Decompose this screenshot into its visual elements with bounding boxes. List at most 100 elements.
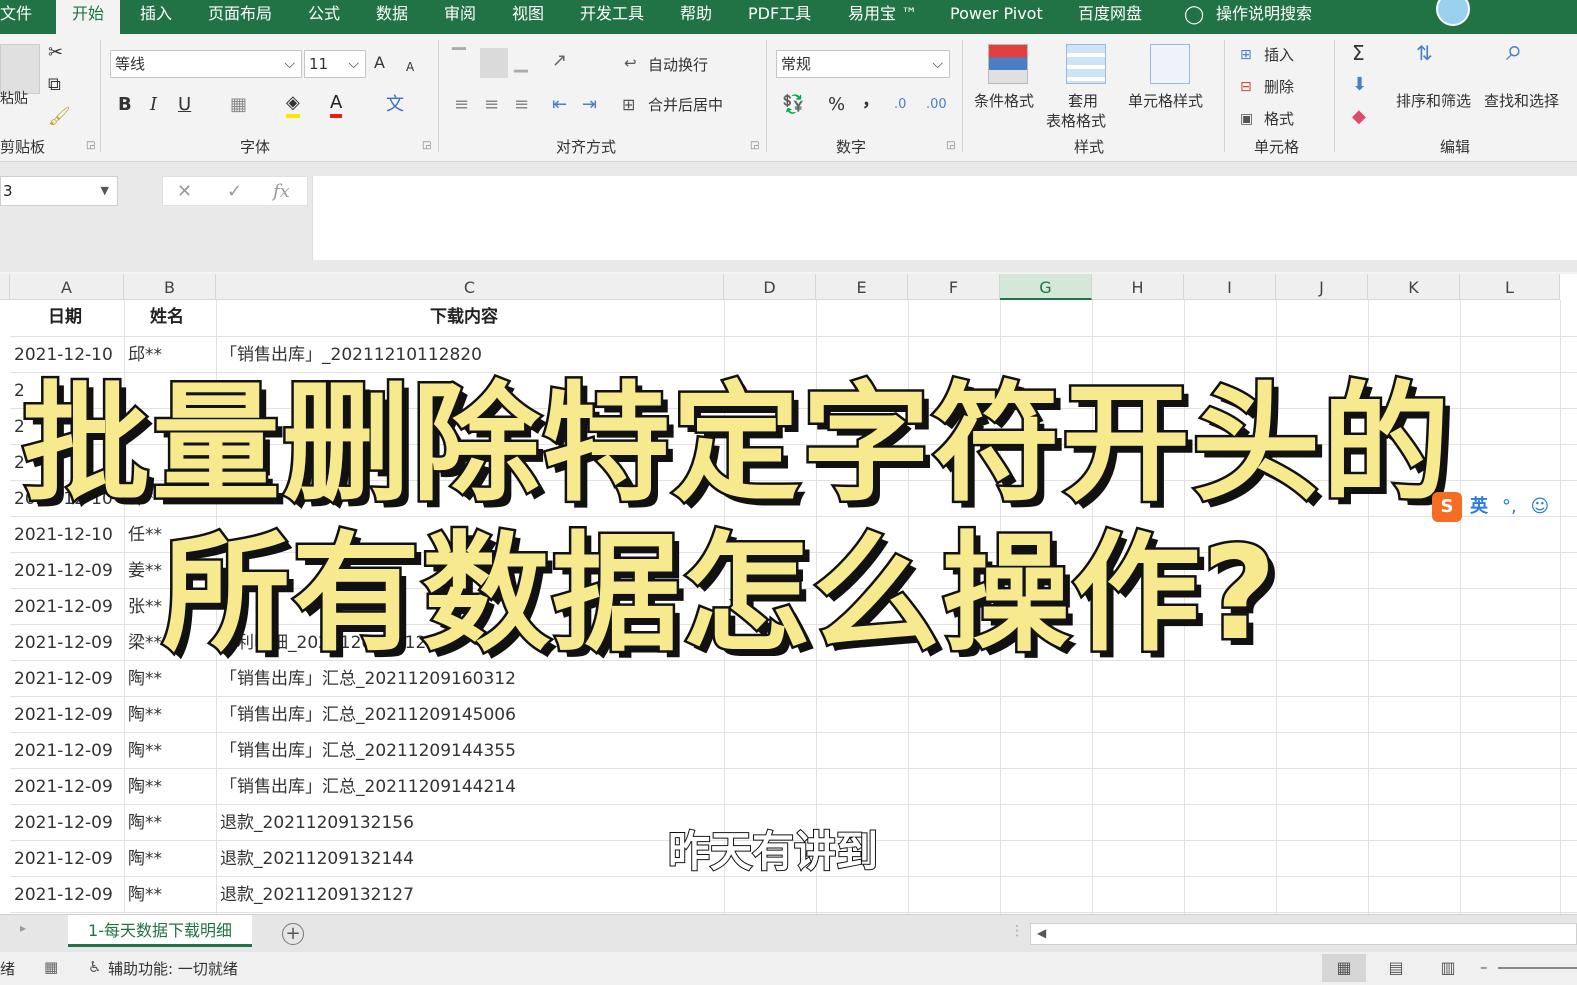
cell-date[interactable]: 2021-12-09	[14, 588, 122, 624]
sort-filter-button[interactable]: 排序和筛选	[1396, 90, 1471, 111]
align-left-icon[interactable]: ≡	[454, 94, 469, 116]
copy-icon[interactable]: ⧉	[48, 74, 61, 96]
number-format-select[interactable]: 常规 ⌵	[776, 50, 950, 78]
borders-icon[interactable]: ▦	[230, 94, 247, 116]
cell-content[interactable]: 退款_20211209132144	[220, 840, 720, 876]
font-size-select[interactable]: 11 ⌵	[304, 50, 366, 78]
cell-content[interactable]: 「销售出库」汇总_20211209144355	[220, 732, 720, 768]
user-avatar[interactable]	[1436, 0, 1470, 26]
wrap-text-button[interactable]: 自动换行	[648, 54, 708, 75]
cell-date[interactable]: 2021-12-09	[14, 732, 122, 768]
clear-icon[interactable]: ◆	[1352, 106, 1366, 128]
align-top-icon[interactable]: ▔	[452, 48, 466, 70]
column-header-j[interactable]: J	[1276, 274, 1368, 300]
italic-button[interactable]: I	[150, 94, 157, 116]
cell-content[interactable]: 退款_20211209132156	[220, 804, 720, 840]
cut-icon[interactable]: ✂	[48, 42, 63, 64]
cell-date[interactable]: 2021-12-09	[14, 624, 122, 660]
tab-formulas[interactable]: 公式	[308, 0, 340, 34]
tab-developer[interactable]: 开发工具	[580, 0, 644, 34]
delete-cells-button[interactable]: 删除	[1264, 76, 1294, 97]
cell-content[interactable]: 退款_20211209132127	[220, 876, 720, 912]
tab-pdf-tools[interactable]: PDF工具	[748, 0, 811, 34]
cell-date[interactable]: 2021-12-09	[14, 768, 122, 804]
align-center-icon[interactable]: ≡	[484, 94, 499, 116]
underline-button[interactable]: U	[178, 94, 191, 116]
tab-easy-tools[interactable]: 易用宝 ™	[848, 0, 917, 34]
tab-home[interactable]: 开始	[56, 0, 121, 36]
comma-button[interactable]: ，	[862, 90, 880, 112]
cell-name[interactable]: 陶**	[128, 732, 214, 768]
insert-function-icon[interactable]: fx	[273, 181, 290, 202]
column-header-k[interactable]: K	[1368, 274, 1460, 300]
number-launcher-icon[interactable]: ◲	[946, 140, 955, 151]
insert-cells-button[interactable]: 插入	[1264, 44, 1294, 65]
enter-icon[interactable]: ✓	[227, 181, 242, 202]
tab-data[interactable]: 数据	[376, 0, 408, 34]
cell-content[interactable]: 「销售出库」汇总_20211209145006	[220, 696, 720, 732]
scroll-left-icon[interactable]: ◀	[1037, 926, 1046, 940]
macro-record-icon[interactable]: ▦	[44, 958, 58, 976]
tab-view[interactable]: 视图	[512, 0, 544, 34]
clipboard-launcher-icon[interactable]: ◲	[86, 140, 95, 151]
cell-name[interactable]: 陶**	[128, 768, 214, 804]
horizontal-scrollbar[interactable]: ◀	[1030, 923, 1577, 945]
page-layout-view-icon[interactable]: ▤	[1374, 954, 1418, 982]
cell-content[interactable]: 「销售出库」汇总_20211209144214	[220, 768, 720, 804]
column-header-c[interactable]: C	[216, 274, 724, 300]
header-cell-name[interactable]: 姓名	[150, 298, 216, 334]
cell-date[interactable]: 2021-12-09	[14, 660, 122, 696]
decrease-indent-icon[interactable]: ⇤	[552, 94, 567, 116]
zoom-out-button[interactable]: –	[1480, 958, 1488, 976]
ime-toolbar[interactable]: S 英 °, ☺	[1432, 492, 1549, 522]
column-header-d[interactable]: D	[724, 274, 816, 300]
format-as-table-label-1[interactable]: 套用	[1068, 90, 1098, 111]
accounting-format-icon[interactable]: 💱	[782, 94, 804, 116]
cell-date[interactable]: 2021-12-09	[14, 696, 122, 732]
column-header-f[interactable]: F	[908, 274, 1000, 300]
cell-name[interactable]: 陶**	[128, 840, 214, 876]
ime-punctuation-icon[interactable]: °,	[1502, 496, 1517, 517]
column-header-i[interactable]: I	[1184, 274, 1276, 300]
scroll-sheets-icon[interactable]: ▸	[20, 921, 26, 935]
cell-date[interactable]: 2021-12-09	[14, 552, 122, 588]
cell-date[interactable]: 2021-12-09	[14, 804, 122, 840]
page-break-view-icon[interactable]: ▥	[1426, 954, 1470, 982]
align-middle-icon[interactable]	[480, 48, 508, 78]
paste-label[interactable]: 粘贴	[0, 88, 28, 108]
cell-name[interactable]: 陶**	[128, 696, 214, 732]
add-sheet-button[interactable]: +	[282, 923, 304, 945]
ime-language[interactable]: 英	[1470, 496, 1488, 517]
tell-me-search[interactable]: 操作说明搜索	[1216, 0, 1312, 34]
percent-button[interactable]: %	[828, 94, 845, 116]
tab-page-layout[interactable]: 页面布局	[208, 0, 272, 34]
cell-date[interactable]: 2021-12-09	[14, 840, 122, 876]
tab-insert[interactable]: 插入	[140, 0, 172, 34]
tab-help[interactable]: 帮助	[680, 0, 712, 34]
select-all-corner[interactable]	[0, 274, 10, 300]
column-header-h[interactable]: H	[1092, 274, 1184, 300]
conditional-format-button[interactable]: 条件格式	[974, 90, 1034, 111]
shrink-font-button[interactable]: A	[406, 56, 414, 78]
cell-styles-icon[interactable]	[1150, 44, 1190, 84]
merge-center-button[interactable]: 合并后居中	[648, 94, 723, 115]
cancel-icon[interactable]: ✕	[177, 181, 192, 202]
align-bottom-icon[interactable]: ▁	[514, 52, 528, 74]
align-right-icon[interactable]: ≡	[514, 94, 529, 116]
cell-date[interactable]: 2021-12-09	[14, 876, 122, 912]
font-launcher-icon[interactable]: ◲	[422, 140, 431, 151]
splitter-icon[interactable]: ⋮	[1010, 923, 1024, 939]
tab-baidu-disk[interactable]: 百度网盘	[1078, 0, 1142, 34]
sheet-tab-active[interactable]: 1-每天数据下载明细	[68, 915, 252, 947]
increase-decimal-icon[interactable]: .0	[894, 94, 906, 116]
fill-icon[interactable]: ⬇	[1352, 74, 1367, 96]
ime-emoji-icon[interactable]: ☺	[1530, 496, 1549, 517]
tab-power-pivot[interactable]: Power Pivot	[950, 0, 1043, 34]
fill-color-icon[interactable]: ◈	[286, 92, 300, 118]
column-header-b[interactable]: B	[124, 274, 216, 300]
conditional-format-icon[interactable]	[988, 44, 1028, 84]
format-as-table-label-2[interactable]: 表格格式	[1046, 110, 1106, 131]
increase-indent-icon[interactable]: ⇥	[582, 94, 597, 116]
column-header-g[interactable]: G	[1000, 274, 1092, 300]
font-color-icon[interactable]: A	[330, 92, 343, 118]
